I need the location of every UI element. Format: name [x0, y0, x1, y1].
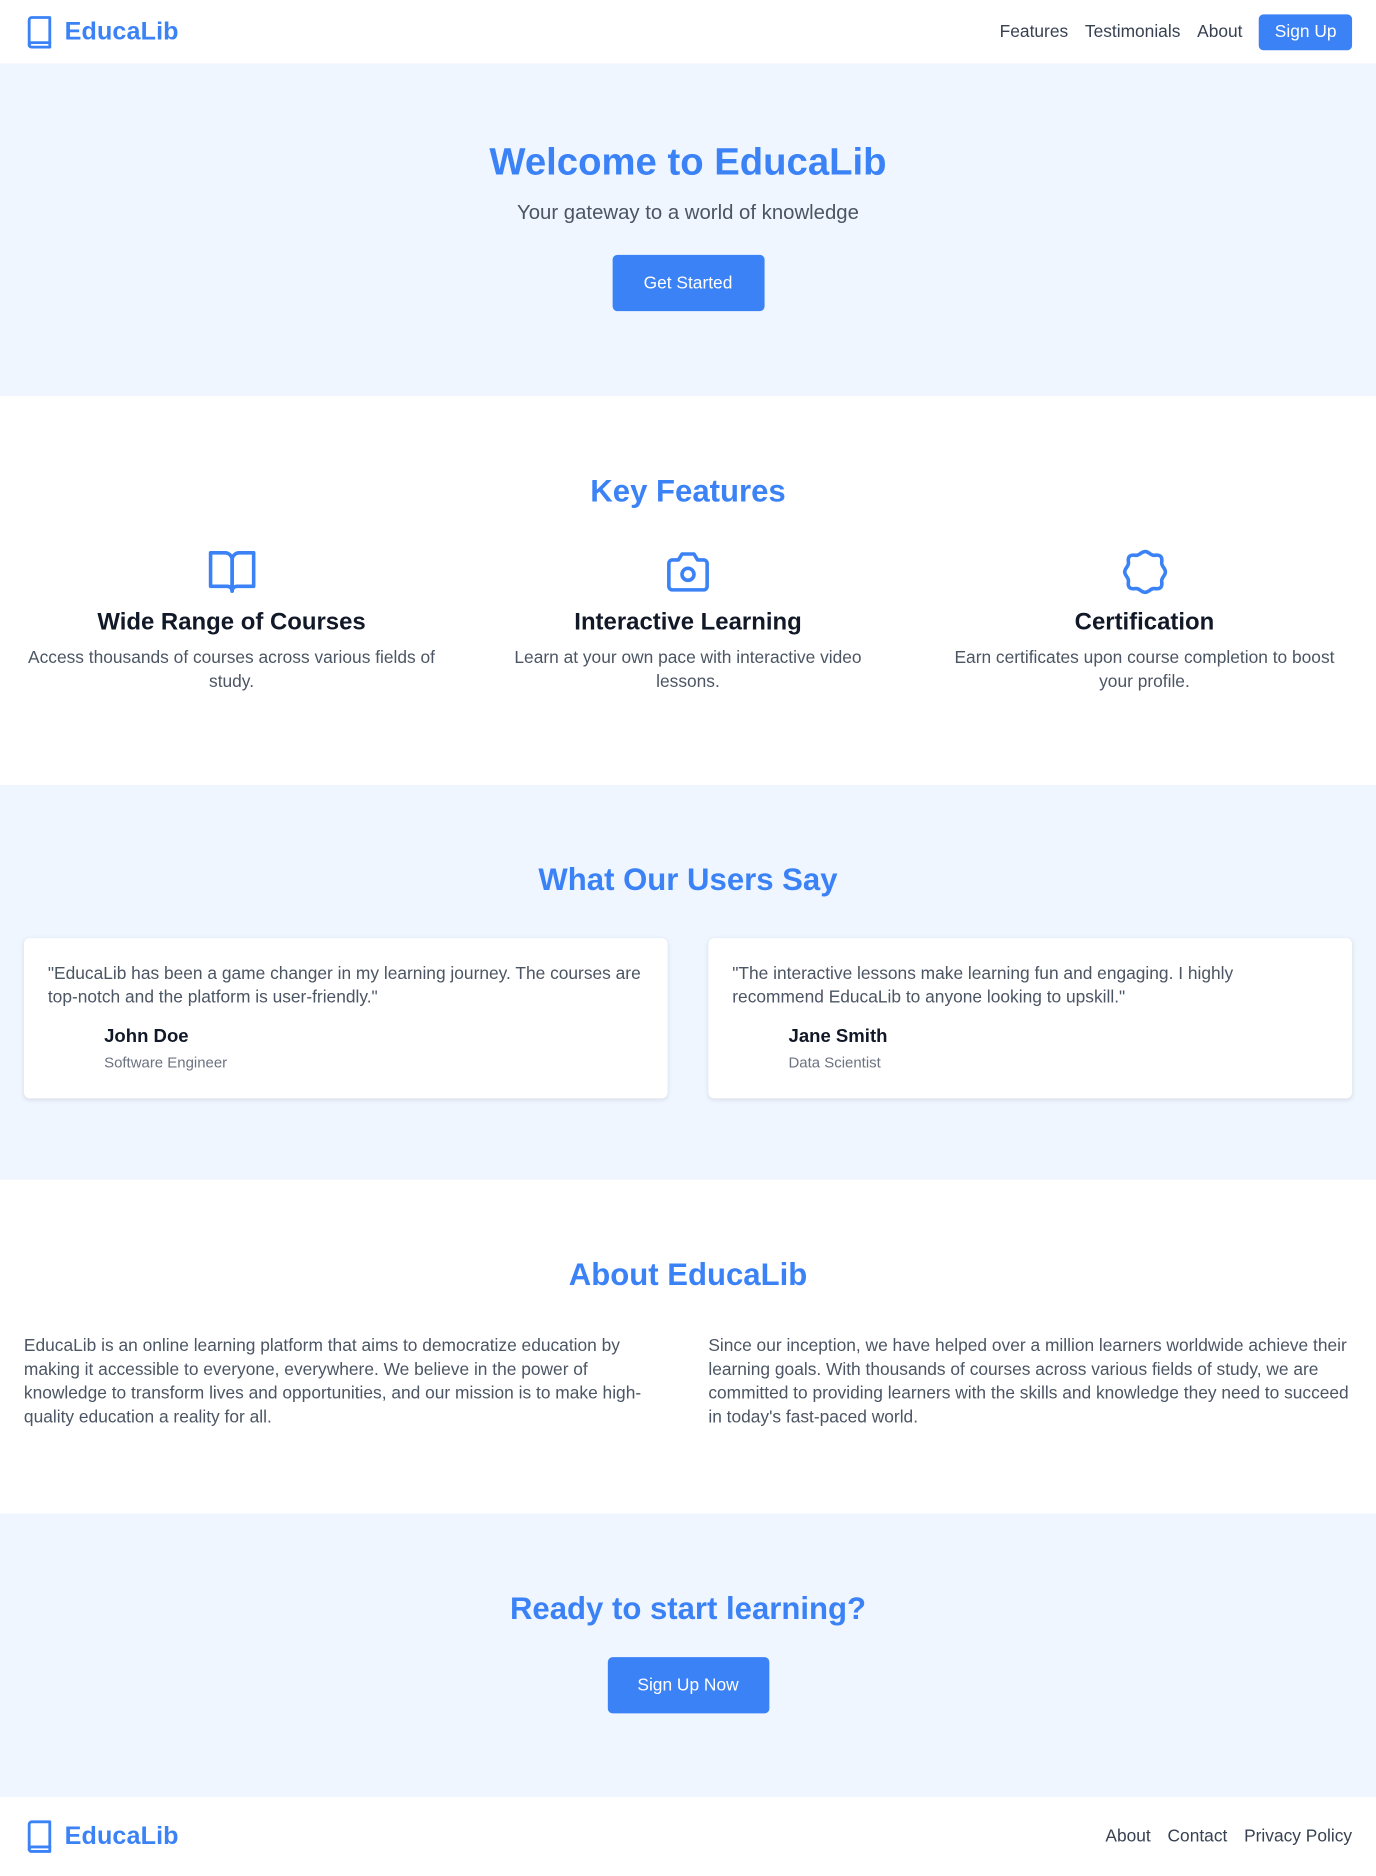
- get-started-button[interactable]: Get Started: [612, 254, 764, 312]
- testimonial-card: "EducaLib has been a game changer in my …: [23, 938, 668, 1099]
- testimonials-section: What Our Users Say "EducaLib has been a …: [0, 784, 1376, 1180]
- features-title: Key Features: [590, 472, 786, 509]
- sign-up-button[interactable]: Sign Up: [1259, 13, 1353, 50]
- open-book-icon: [208, 549, 256, 594]
- hero-title: Welcome to EducaLib: [489, 139, 887, 184]
- feature-text: Learn at your own pace with interactive …: [514, 648, 862, 692]
- brand-name: EducaLib: [64, 17, 179, 45]
- feature-card: Certification Earn certificates upon cou…: [937, 549, 1352, 694]
- book-icon: [24, 1820, 55, 1854]
- about-paragraph: EducaLib is an online learning platform …: [23, 1336, 642, 1428]
- nav-link-features[interactable]: Features: [1000, 22, 1068, 41]
- avatar: [48, 1027, 104, 1075]
- hero-subtitle: Your gateway to a world of knowledge: [517, 201, 859, 224]
- book-icon: [24, 15, 55, 49]
- features-grid: Wide Range of Courses Access thousands o…: [0, 549, 1376, 694]
- testimonial-author: John Doe Software Engineer: [48, 1027, 644, 1075]
- footer-links: About Contact Privacy Policy: [1105, 1827, 1352, 1846]
- author-name: Jane Smith: [788, 1026, 888, 1047]
- avatar: [732, 1027, 788, 1075]
- feature-title: Wide Range of Courses: [97, 609, 366, 636]
- badge-icon: [1121, 549, 1169, 595]
- footer-brand[interactable]: EducaLib: [24, 1820, 179, 1854]
- top-navbar: EducaLib Features Testimonials About Sig…: [0, 0, 1376, 64]
- footer-link-about[interactable]: About: [1105, 1827, 1150, 1846]
- camera-icon: [664, 549, 712, 594]
- author-role: Software Engineer: [104, 1054, 228, 1071]
- feature-title: Certification: [1074, 609, 1215, 636]
- sign-up-now-button[interactable]: Sign Up Now: [607, 1657, 769, 1714]
- nav-link-testimonials[interactable]: Testimonials: [1085, 22, 1180, 41]
- feature-title: Interactive Learning: [574, 609, 802, 636]
- brand[interactable]: EducaLib: [24, 15, 179, 49]
- cta-section: Ready to start learning? Sign Up Now: [0, 1513, 1376, 1798]
- footer: EducaLib About Contact Privacy Policy: [0, 1797, 1376, 1876]
- about-title: About EducaLib: [568, 1256, 808, 1293]
- about-columns: EducaLib is an online learning platform …: [0, 1334, 1376, 1430]
- testimonial-quote: "EducaLib has been a game changer in my …: [47, 964, 641, 1008]
- about-paragraph: Since our inception, we have helped over…: [708, 1336, 1349, 1428]
- nav-link-about[interactable]: About: [1197, 22, 1242, 41]
- author-role: Data Scientist: [788, 1054, 881, 1071]
- about-section: About EducaLib EducaLib is an online lea…: [0, 1179, 1376, 1514]
- cta-title: Ready to start learning?: [509, 1590, 867, 1627]
- features-section: Key Features Wide Range of Courses Acces…: [0, 396, 1376, 785]
- feature-card: Interactive Learning Learn at your own p…: [480, 549, 895, 694]
- feature-text: Access thousands of courses across vario…: [28, 648, 435, 692]
- author-name: John Doe: [104, 1026, 189, 1047]
- feature-text: Earn certificates upon course completion…: [954, 648, 1335, 692]
- footer-brand-name: EducaLib: [64, 1822, 179, 1850]
- testimonial-cards: "EducaLib has been a game changer in my …: [0, 938, 1376, 1099]
- testimonial-card: "The interactive lessons make learning f…: [708, 938, 1353, 1099]
- hero-section: Welcome to EducaLib Your gateway to a wo…: [0, 63, 1376, 397]
- testimonial-author: Jane Smith Data Scientist: [732, 1027, 1328, 1075]
- nav-links: Features Testimonials About Sign Up: [1000, 13, 1353, 50]
- testimonials-title: What Our Users Say: [538, 861, 838, 898]
- footer-link-contact[interactable]: Contact: [1168, 1827, 1228, 1846]
- footer-link-privacy-policy[interactable]: Privacy Policy: [1244, 1827, 1352, 1846]
- feature-card: Wide Range of Courses Access thousands o…: [24, 549, 439, 694]
- testimonial-quote: "The interactive lessons make learning f…: [732, 964, 1234, 1008]
